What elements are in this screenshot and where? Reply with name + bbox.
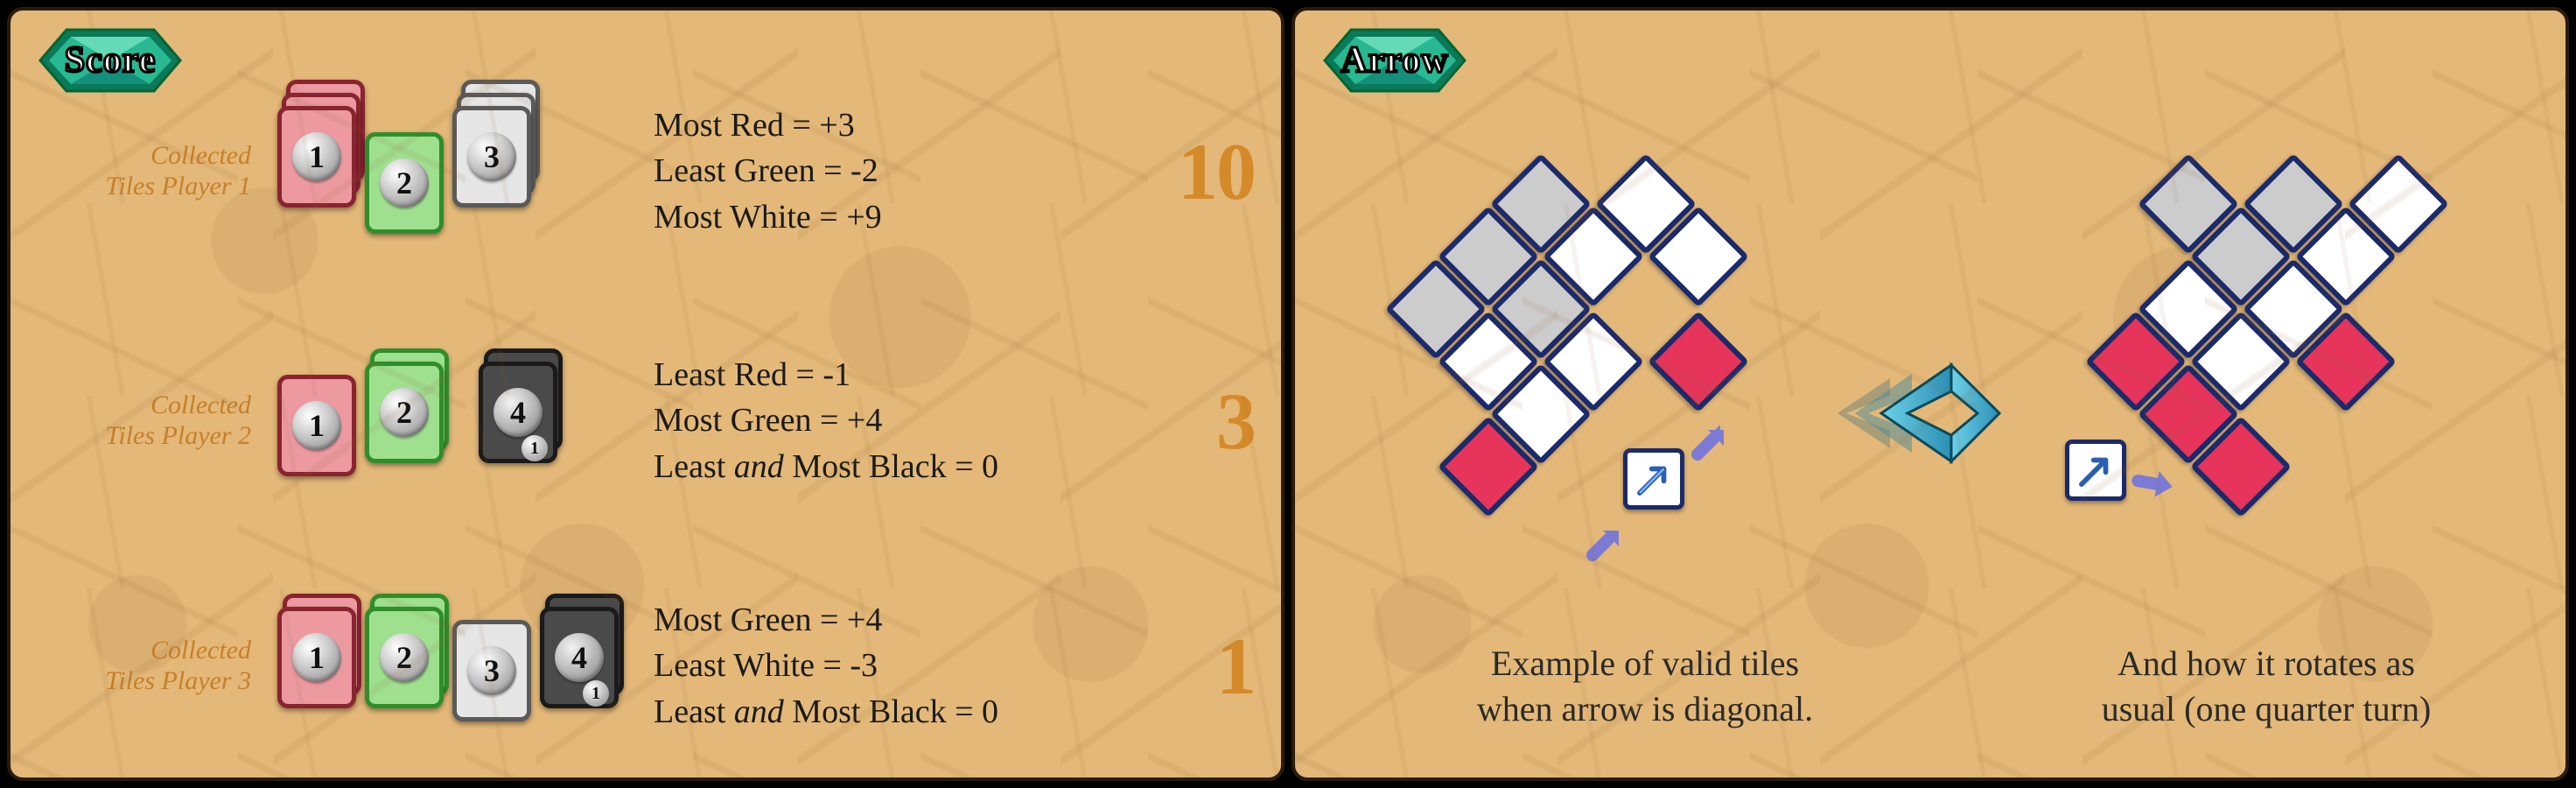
tile-value: 3 [467,132,516,181]
arrow-icon [1634,459,1674,499]
player-row-3: Collected Tiles Player 3 1 1 2 2 3 4 4 1 [37,597,1255,735]
caption-line: usual (one quarter turn) [2102,689,2432,728]
tile-stack-green: 2 2 [365,362,444,480]
hint-arrow-icon [1689,418,1732,461]
arrow-tile [1623,448,1684,510]
tile-stack-white: 3 [452,620,531,725]
tile-group: 1 1 2 2 3 4 4 1 [277,607,627,725]
scoring-rules: Most Green = +4 Least White = -3 Least a… [654,597,1132,735]
tile-group: 1 1 1 2 3 3 3 [277,106,627,237]
tile-value: 3 [467,646,516,695]
row-caption: Collected Tiles Player 2 [37,390,251,451]
row-caption: Collected Tiles Player 1 [37,141,251,201]
arrow-tile [2065,440,2126,501]
player-row-2: Collected Tiles Player 2 1 2 2 4 4 1 [37,352,1255,489]
rule-line: Least and Most Black = 0 [654,444,1132,489]
tile-stack-black: 4 4 1 [540,607,619,725]
tile-value: 1 [292,132,341,181]
player-row-1: Collected Tiles Player 1 1 1 1 2 3 3 3 M… [37,102,1255,240]
hint-arrow-icon [2127,458,2178,509]
tile-stack-green: 2 [365,132,444,237]
tile-stack-red: 1 [277,375,356,480]
rule-line: Most Red = +3 [654,102,1132,148]
tile-value: 4 [555,633,604,682]
player-total: 3 [1158,375,1255,468]
tile-value: 2 [380,158,429,208]
rule-line: Most Green = +4 [654,597,1132,643]
rule-line: Least Red = -1 [654,352,1132,398]
tile-group: 1 2 2 4 4 1 [277,362,627,480]
caption-line: Tiles Player 2 [105,421,251,450]
tile-stack-white: 3 3 3 [452,106,531,237]
tile-stack-red: 1 1 1 [277,106,356,237]
rule-line: Most White = +9 [654,194,1132,240]
direction-arrow-icon [1838,361,2004,466]
player-total: 1 [1158,620,1255,713]
board-tile [1648,311,1749,412]
rule-line: Least White = -3 [654,643,1132,688]
tile-sub: 1 [522,435,548,461]
tile-stack-black: 4 4 1 [479,362,557,480]
scoring-rules: Most Red = +3 Least Green = -2 Most Whit… [654,102,1132,240]
tile-stack-red: 1 1 [277,607,356,725]
score-badge: Score [23,21,198,100]
tile-value: 4 [494,388,542,437]
caption-line: Collected [150,141,251,170]
score-panel: Score Collected Tiles Player 1 1 1 1 2 3… [7,7,1284,781]
tile-stack-green: 2 2 [365,607,444,725]
caption-line: And how it rotates as [2118,644,2415,683]
caption-line: Example of valid tiles [1491,644,1799,683]
tile-value: 1 [292,401,341,450]
caption-line: Tiles Player 3 [105,666,251,695]
tile-value: 2 [380,388,429,437]
arrow-icon [2076,450,2116,490]
caption-line: Collected [150,636,251,665]
caption-line: when arrow is diagonal. [1477,689,1813,728]
score-badge-label: Score [65,39,157,81]
arrow-badge: Arrow [1307,21,1482,100]
scoring-rules: Least Red = -1 Most Green = +4 Least and… [654,352,1132,489]
hint-arrow-icon [1584,518,1628,562]
arrow-badge-label: Arrow [1340,39,1448,81]
tile-value: 1 [292,633,341,682]
rule-line: Most Green = +4 [654,398,1132,443]
arrow-caption-right: And how it rotates as usual (one quarter… [1986,641,2546,732]
arrow-caption-left: Example of valid tiles when arrow is dia… [1365,641,1925,732]
rule-line: Least and Most Black = 0 [654,689,1132,735]
tile-value: 2 [380,633,429,682]
rule-line: Least Green = -2 [654,148,1132,193]
caption-line: Collected [150,390,251,419]
player-total: 10 [1158,125,1255,218]
arrow-panel: Arrow [1292,7,2569,781]
caption-line: Tiles Player 1 [105,172,251,201]
row-caption: Collected Tiles Player 3 [37,636,251,696]
tile-sub: 1 [583,680,609,707]
